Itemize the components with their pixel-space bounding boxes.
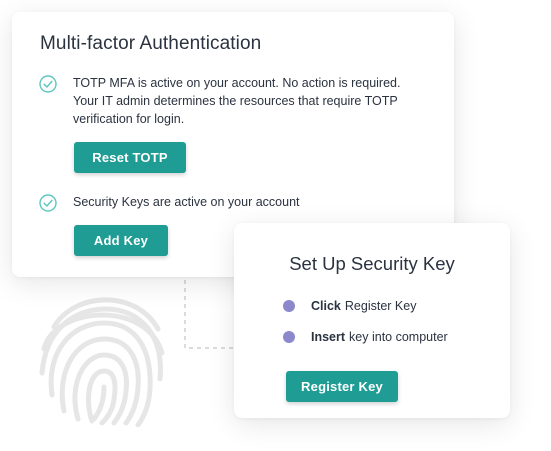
bullet-dot-icon [283, 300, 295, 312]
step-text: key into computer [349, 330, 448, 344]
setup-card-title: Set Up Security Key [289, 253, 455, 274]
step-item: Click Register Key [283, 297, 416, 315]
step-item: Insert key into computer [283, 328, 448, 346]
add-key-button[interactable]: Add Key [74, 225, 168, 256]
security-keys-status-line: Security Keys are active on your account [73, 195, 300, 209]
bullet-dot-icon [283, 331, 295, 343]
totp-status-line: Your IT admin determines the resources t… [73, 94, 398, 108]
totp-status-text: TOTP MFA is active on your account. No a… [73, 74, 400, 128]
check-circle-icon [39, 75, 57, 93]
register-key-button[interactable]: Register Key [286, 371, 398, 402]
step-text: Register Key [344, 299, 417, 313]
step-action: Click [311, 299, 341, 313]
step-action: Insert [311, 330, 346, 344]
fingerprint-icon [39, 297, 165, 427]
screen: Multi-factor Authentication TOTP MFA is … [0, 0, 551, 451]
reset-totp-button[interactable]: Reset TOTP [74, 142, 186, 173]
totp-status-line: verification for login. [73, 112, 185, 126]
check-circle-icon [39, 194, 57, 212]
mfa-card-title: Multi-factor Authentication [40, 33, 262, 54]
setup-security-key-card: Set Up Security Key Click Register Key I… [234, 223, 510, 418]
totp-status-line: TOTP MFA is active on your account. No a… [73, 76, 401, 90]
security-keys-status-text: Security Keys are active on your account [73, 193, 300, 211]
